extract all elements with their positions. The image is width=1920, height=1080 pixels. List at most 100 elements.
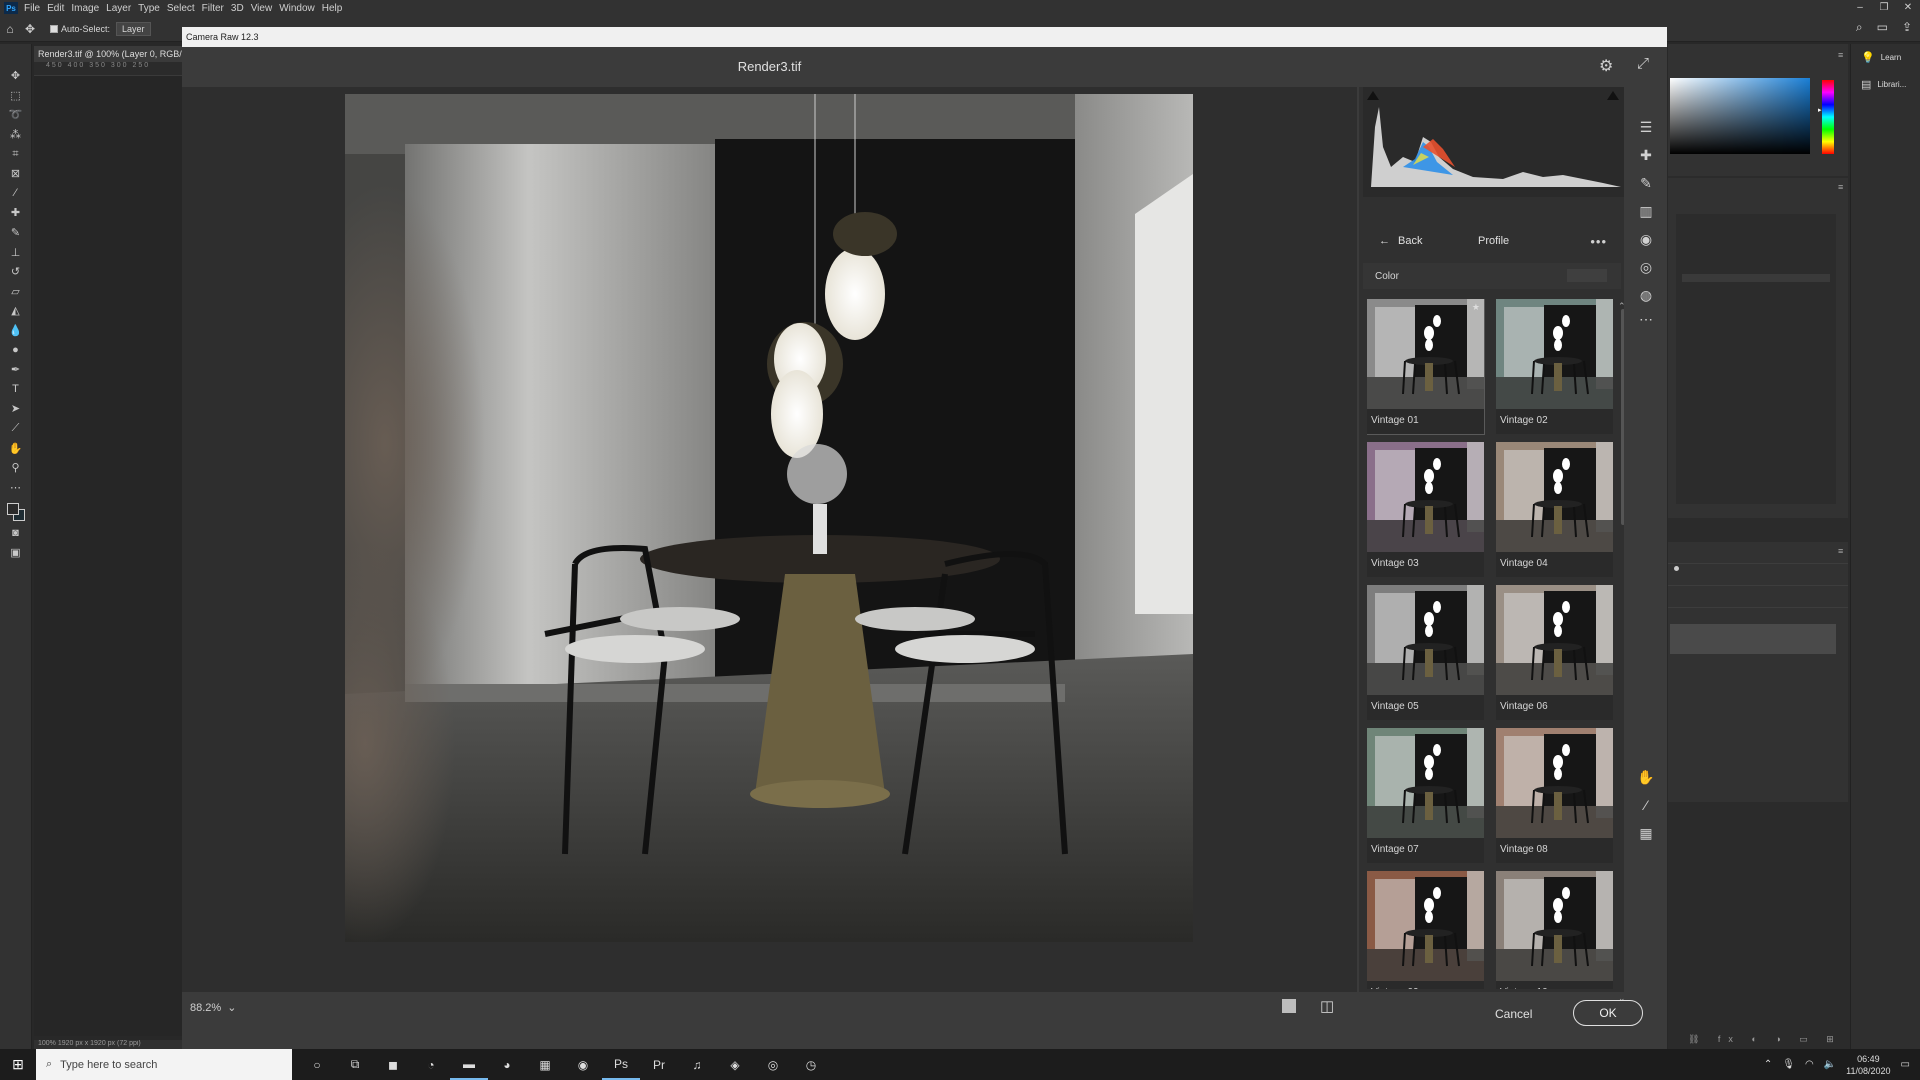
screen-mode-icon[interactable]: ▣ [4, 543, 28, 563]
layer-row-selected[interactable] [1670, 624, 1836, 654]
blur-tool-icon[interactable]: 💧 [4, 321, 28, 341]
back-button[interactable]: ← Back [1379, 235, 1422, 247]
shadow-clipping-icon[interactable] [1367, 91, 1379, 100]
windows-start-icon[interactable]: ⊞ [0, 1056, 36, 1073]
layers-footer-icons[interactable]: ⛓ fx ◐ ◑ ▭ ⊞ 🗑 [1688, 1034, 1872, 1045]
learn-button[interactable]: 💡 Learn [1851, 44, 1920, 71]
menu-file[interactable]: File [24, 3, 47, 14]
task-view-icon[interactable]: ⧉ [336, 1049, 374, 1080]
marquee-tool-icon[interactable]: ⬚ [4, 86, 28, 106]
premiere-icon[interactable]: Pr [640, 1049, 678, 1080]
history-brush-tool-icon[interactable]: ↺ [4, 262, 28, 282]
menu-image[interactable]: Image [71, 3, 106, 14]
cortana-icon[interactable]: ○ [298, 1049, 336, 1080]
red-eye-icon[interactable]: ◎ [1636, 257, 1656, 277]
profile-thumbnail[interactable]: Vintage 03 [1367, 442, 1484, 577]
tray-chevron-up-icon[interactable]: ⌃ [1764, 1059, 1772, 1070]
file-explorer-icon[interactable]: ▬ [450, 1049, 488, 1080]
preview-image[interactable] [345, 94, 1193, 942]
panel-menu-icon[interactable]: ≡ [1838, 50, 1843, 60]
grid-overlay-icon[interactable]: ▦ [1636, 823, 1656, 843]
favorite-star-icon[interactable]: ★ [1472, 302, 1480, 313]
spotify-icon[interactable]: ♫ [678, 1049, 716, 1080]
zoom-tool-icon[interactable]: ⚲ [4, 458, 28, 478]
adjustment-brush-icon[interactable]: ✎ [1636, 173, 1656, 193]
panel-menu-icon[interactable]: ≡ [1838, 546, 1843, 556]
color-swatches[interactable] [5, 501, 27, 523]
hand-icon[interactable]: ✋ [1636, 767, 1656, 787]
cancel-button[interactable]: Cancel [1495, 1007, 1532, 1021]
profile-thumbnail[interactable]: Vintage 09 [1367, 871, 1484, 989]
move-tool-icon[interactable]: ✥ [20, 22, 40, 36]
system-clock[interactable]: 06:49 11/08/2020 [1846, 1053, 1890, 1077]
radial-filter-icon[interactable]: ◉ [1636, 229, 1656, 249]
color-sampler-icon[interactable]: ⁄ [1636, 795, 1656, 815]
home-icon[interactable]: ⌂ [0, 22, 20, 36]
healing-icon[interactable]: ✚ [1636, 145, 1656, 165]
document-tab[interactable]: Render3.tif @ 100% (Layer 0, RGB/16 [34, 46, 182, 62]
edge-icon[interactable]: ◔ [412, 1049, 450, 1080]
clock-app-icon[interactable]: ◷ [792, 1049, 830, 1080]
taskbar-search-box[interactable]: ⌕ Type here to search [36, 1049, 292, 1080]
sketchup-icon[interactable]: ◈ [716, 1049, 754, 1080]
profile-thumbnail[interactable]: Vintage 02 [1496, 299, 1613, 434]
profile-thumbnail[interactable]: Vintage 04 [1496, 442, 1613, 577]
network-icon[interactable]: ◠ [1805, 1059, 1814, 1070]
profile-thumbnail[interactable]: Vintage 05 [1367, 585, 1484, 720]
workspace-icon[interactable]: ▭ [1877, 20, 1888, 35]
move-tool-icon[interactable]: ✥ [4, 66, 28, 86]
dodge-tool-icon[interactable]: ● [4, 340, 28, 360]
presets-icon[interactable]: ◍ [1636, 285, 1656, 305]
color-picker-field[interactable] [1670, 78, 1810, 154]
foreground-color-swatch[interactable] [6, 503, 19, 516]
brush-tool-icon[interactable]: ✎ [4, 223, 28, 243]
profile-group-color[interactable]: Color [1363, 263, 1621, 289]
blender-icon[interactable]: ◕ [488, 1049, 526, 1080]
photoshop-icon[interactable]: Ps [602, 1049, 640, 1080]
auto-select-target-select[interactable]: Layer [116, 21, 151, 36]
chrome-icon[interactable]: ◉ [564, 1049, 602, 1080]
microphone-icon[interactable]: 🎙 [1782, 1059, 1795, 1070]
eyedropper-tool-icon[interactable]: ⁄ [4, 184, 28, 204]
more-tools-icon[interactable]: ⋯ [4, 477, 28, 497]
webcam-icon[interactable]: ◎ [754, 1049, 792, 1080]
type-tool-icon[interactable]: T [4, 380, 28, 400]
hue-slider[interactable] [1822, 80, 1834, 154]
pen-tool-icon[interactable]: ✒ [4, 360, 28, 380]
store-icon[interactable]: ◼ [374, 1049, 412, 1080]
menu-view[interactable]: View [251, 3, 280, 14]
profile-thumbnail[interactable]: Vintage 10 [1496, 871, 1613, 989]
profile-thumbnail[interactable]: Vintage 06 [1496, 585, 1613, 720]
restore-icon[interactable]: ❐ [1872, 0, 1896, 16]
menu-filter[interactable]: Filter [202, 3, 231, 14]
quick-mask-icon[interactable]: ◙ [4, 523, 28, 543]
menu-window[interactable]: Window [279, 3, 322, 14]
frame-tool-icon[interactable]: ⊠ [4, 164, 28, 184]
ok-button[interactable]: OK [1573, 1000, 1643, 1026]
auto-select-checkbox[interactable]: Auto-Select: [50, 24, 110, 34]
minimize-icon[interactable]: – [1848, 0, 1872, 16]
volume-icon[interactable]: 🔈 [1824, 1059, 1836, 1070]
line-tool-icon[interactable]: ⟋ [4, 419, 28, 439]
eraser-tool-icon[interactable]: ▱ [4, 282, 28, 302]
gear-icon[interactable]: ⚙ [1599, 56, 1613, 76]
clone-stamp-tool-icon[interactable]: ⊥ [4, 242, 28, 262]
profile-thumbnail[interactable]: Vintage 08 [1496, 728, 1613, 863]
menu-type[interactable]: Type [138, 3, 167, 14]
fullscreen-icon[interactable]: ⤢ [1637, 55, 1649, 72]
zoom-select[interactable]: 88.2% ⌄ [190, 1001, 236, 1015]
menu-3d[interactable]: 3D [231, 3, 251, 14]
menu-help[interactable]: Help [322, 3, 350, 14]
more-options-icon[interactable]: ••• [1590, 234, 1607, 249]
paint-bucket-tool-icon[interactable]: ◭ [4, 301, 28, 321]
menu-layer[interactable]: Layer [106, 3, 138, 14]
graduated-filter-icon[interactable]: ▥ [1636, 201, 1656, 221]
highlight-clipping-icon[interactable] [1607, 91, 1619, 100]
profile-thumbnail[interactable]: ★ Vintage 01 [1367, 299, 1485, 435]
notifications-icon[interactable]: ▭ [1901, 1059, 1910, 1070]
more-icon[interactable]: ⋯ [1636, 309, 1656, 329]
menu-select[interactable]: Select [167, 3, 202, 14]
radio-dot-icon[interactable] [1674, 566, 1679, 571]
single-view-icon[interactable] [1282, 999, 1296, 1013]
path-selection-tool-icon[interactable]: ➤ [4, 399, 28, 419]
